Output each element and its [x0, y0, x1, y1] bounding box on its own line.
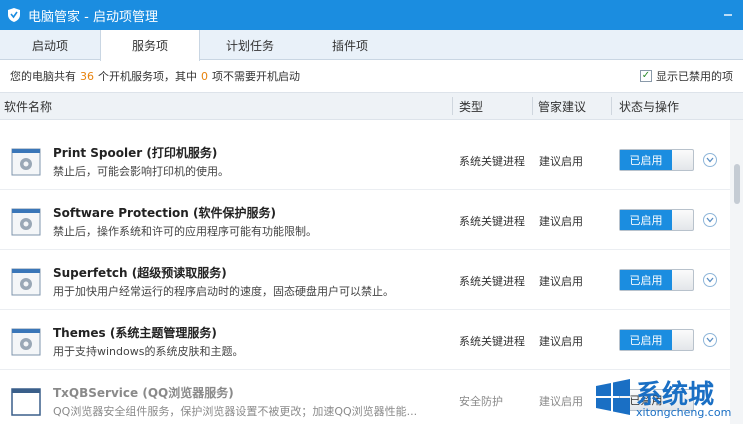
status-toggle[interactable]: 已启用 — [619, 209, 694, 231]
status-toggle[interactable]: 已启用 — [619, 149, 694, 171]
service-name: Themes (系统主题管理服务) — [53, 326, 217, 340]
column-header: 软件名称 类型 管家建议 状态与操作 — [0, 92, 743, 120]
service-type: 系统关键进程 — [459, 335, 525, 348]
service-name: TxQBService (QQ浏览器服务) — [53, 386, 234, 400]
tab-plugins[interactable]: 插件项 — [300, 30, 400, 60]
summary-unneeded-count: 0 — [201, 69, 208, 83]
column-type: 类型 — [459, 99, 484, 114]
tab-bar: 启动项 服务项 计划任务 插件项 — [0, 30, 743, 61]
service-description: 禁止后，可能会影响打印机的使用。 — [53, 165, 229, 178]
chevron-down-icon[interactable] — [703, 153, 717, 167]
windows-logo-icon — [596, 379, 630, 415]
chevron-down-icon[interactable] — [703, 213, 717, 227]
service-advice: 建议启用 — [539, 335, 583, 348]
service-gear-icon — [11, 268, 41, 296]
service-type: 系统关键进程 — [459, 155, 525, 168]
watermark-url: xitongcheng.com — [636, 406, 732, 419]
column-advice: 管家建议 — [538, 99, 587, 114]
service-advice: 建议启用 — [539, 275, 583, 288]
window-title: 电脑管家 - 启动项管理 — [28, 9, 158, 25]
table-row: Superfetch (超级预读取服务) 用于加快用户经常运行的程序启动时的速度… — [0, 250, 730, 310]
checkmark-icon[interactable]: ✓ — [640, 70, 652, 82]
minimize-icon[interactable] — [721, 8, 735, 22]
table-row: Themes (系统主题管理服务) 用于支持windows的系统皮肤和主题。 系… — [0, 310, 730, 370]
service-type: 系统关键进程 — [459, 215, 525, 228]
service-advice: 建议启用 — [539, 395, 583, 408]
status-label[interactable]: 已启用 — [620, 150, 672, 170]
service-description: 用于支持windows的系统皮肤和主题。 — [53, 345, 244, 358]
status-label[interactable]: 已启用 — [620, 210, 672, 230]
service-description: QQ浏览器安全组件服务，保护浏览器设置不被更改；加速QQ浏览器性能... — [53, 405, 418, 418]
table-row: Software Protection (软件保护服务) 禁止后，操作系统和许可… — [0, 190, 730, 250]
summary-prefix: 您的电脑共有 — [10, 70, 76, 83]
table-row: Print Spooler (打印机服务) 禁止后，可能会影响打印机的使用。 系… — [0, 130, 730, 190]
tab-startup[interactable]: 启动项 — [0, 30, 100, 60]
column-name: 软件名称 — [4, 99, 53, 114]
tab-services[interactable]: 服务项 — [100, 30, 200, 61]
shield-logo-icon — [8, 8, 20, 22]
service-name: Superfetch (超级预读取服务) — [53, 266, 227, 280]
title-bar: 电脑管家 - 启动项管理 — [0, 0, 743, 30]
summary-middle: 个开机服务项，其中 — [98, 70, 197, 83]
summary-suffix: 项不需要开机启动 — [212, 70, 300, 83]
service-window-icon — [11, 388, 41, 416]
column-divider — [611, 97, 612, 115]
status-label[interactable]: 已启用 — [620, 330, 672, 350]
column-divider — [532, 97, 533, 115]
service-advice: 建议启用 — [539, 155, 583, 168]
service-type: 安全防护 — [459, 395, 503, 408]
chevron-down-icon[interactable] — [703, 273, 717, 287]
service-name: Print Spooler (打印机服务) — [53, 146, 218, 160]
chevron-down-icon[interactable] — [703, 333, 717, 347]
show-disabled-label[interactable]: 显示已禁用的项 — [656, 68, 733, 84]
summary-bar: 您的电脑共有 36 个开机服务项，其中 0 项不需要开机启动 ✓ 显示已禁用的项 — [0, 60, 743, 92]
status-toggle[interactable]: 已启用 — [619, 329, 694, 351]
service-description: 禁止后，操作系统和许可的应用程序可能有功能限制。 — [53, 225, 317, 238]
summary-total-count: 36 — [80, 69, 94, 83]
service-type: 系统关键进程 — [459, 275, 525, 288]
column-status: 状态与操作 — [619, 99, 680, 114]
column-divider — [452, 97, 453, 115]
service-description: 用于加快用户经常运行的程序启动时的速度，固态硬盘用户可以禁止。 — [53, 285, 394, 298]
show-disabled-checkbox[interactable]: ✓ 显示已禁用的项 — [640, 68, 733, 84]
status-label[interactable]: 已启用 — [620, 270, 672, 290]
watermark: 系统城 xitongcheng.com — [590, 372, 740, 424]
service-gear-icon — [11, 208, 41, 236]
tab-scheduled-tasks[interactable]: 计划任务 — [200, 30, 300, 60]
service-gear-icon — [11, 148, 41, 176]
service-advice: 建议启用 — [539, 215, 583, 228]
status-toggle[interactable]: 已启用 — [619, 269, 694, 291]
scrollbar-thumb[interactable] — [734, 164, 740, 204]
service-name: Software Protection (软件保护服务) — [53, 206, 276, 220]
service-gear-icon — [11, 328, 41, 356]
